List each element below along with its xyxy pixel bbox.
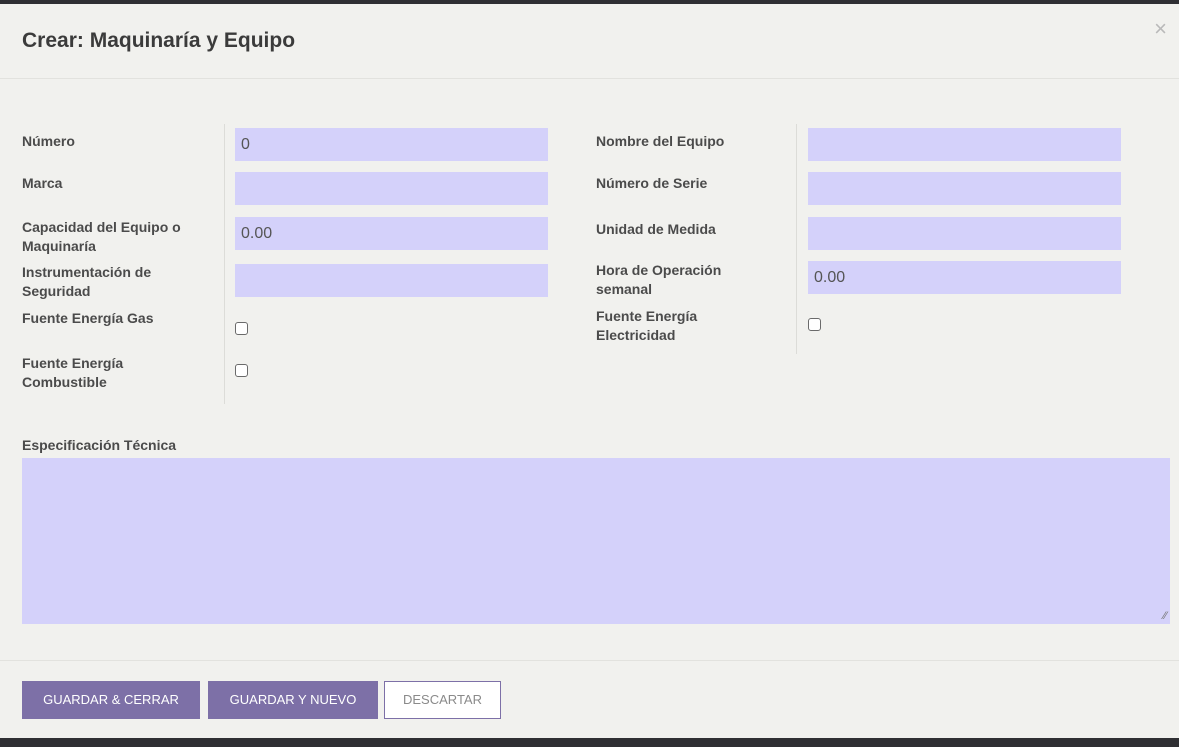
marca-label: Marca [22,175,63,191]
unidad-medida-label: Unidad de Medida [596,221,716,237]
unidad-medida-input[interactable] [808,217,1121,250]
dialog-title: Crear: Maquinaría y Equipo [22,29,296,52]
nombre-equipo-label: Nombre del Equipo [596,133,725,149]
capacidad-input[interactable]: 0.00 [235,217,548,250]
numero-input[interactable]: 0 [235,128,548,161]
footer-divider [0,660,1179,661]
fuente-gas-label: Fuente Energía Gas [22,310,154,326]
fuente-combustible-checkbox[interactable] [235,364,248,377]
fuente-electricidad-label: Fuente Energía Electricidad [596,308,698,343]
fuente-combustible-label: Fuente Energía Combustible [22,355,124,390]
numero-serie-input[interactable] [808,172,1121,205]
hora-operacion-input[interactable]: 0.00 [808,261,1121,294]
marca-input[interactable] [235,172,548,205]
numero-serie-label: Número de Serie [596,175,708,191]
close-icon[interactable]: × [1154,18,1167,40]
instrumentacion-input[interactable] [235,264,548,297]
dialog-header: Crear: Maquinaría y Equipo × [0,4,1179,79]
nombre-equipo-input[interactable] [808,128,1121,161]
numero-label: Número [22,133,75,149]
hora-operacion-label: Hora de Operación semanal [596,262,722,297]
resize-grip-icon[interactable]: ⁄⁄ [1163,611,1167,622]
discard-button[interactable]: DESCARTAR [384,681,501,719]
especificacion-label: Especificación Técnica [22,437,177,453]
save-close-button[interactable]: GUARDAR & CERRAR [22,681,200,719]
save-new-button[interactable]: GUARDAR Y NUEVO [208,681,378,719]
left-column-separator [224,124,225,404]
especificacion-textarea[interactable]: ⁄⁄ [22,458,1170,624]
fuente-gas-checkbox[interactable] [235,322,248,335]
instrumentacion-label: Instrumentación de Seguridad [22,264,152,299]
right-column-separator [796,124,797,354]
create-machinery-dialog: Crear: Maquinaría y Equipo × Número 0 Ma… [0,4,1179,738]
fuente-electricidad-checkbox[interactable] [808,318,821,331]
capacidad-label: Capacidad del Equipo o Maquinaría [22,219,181,254]
